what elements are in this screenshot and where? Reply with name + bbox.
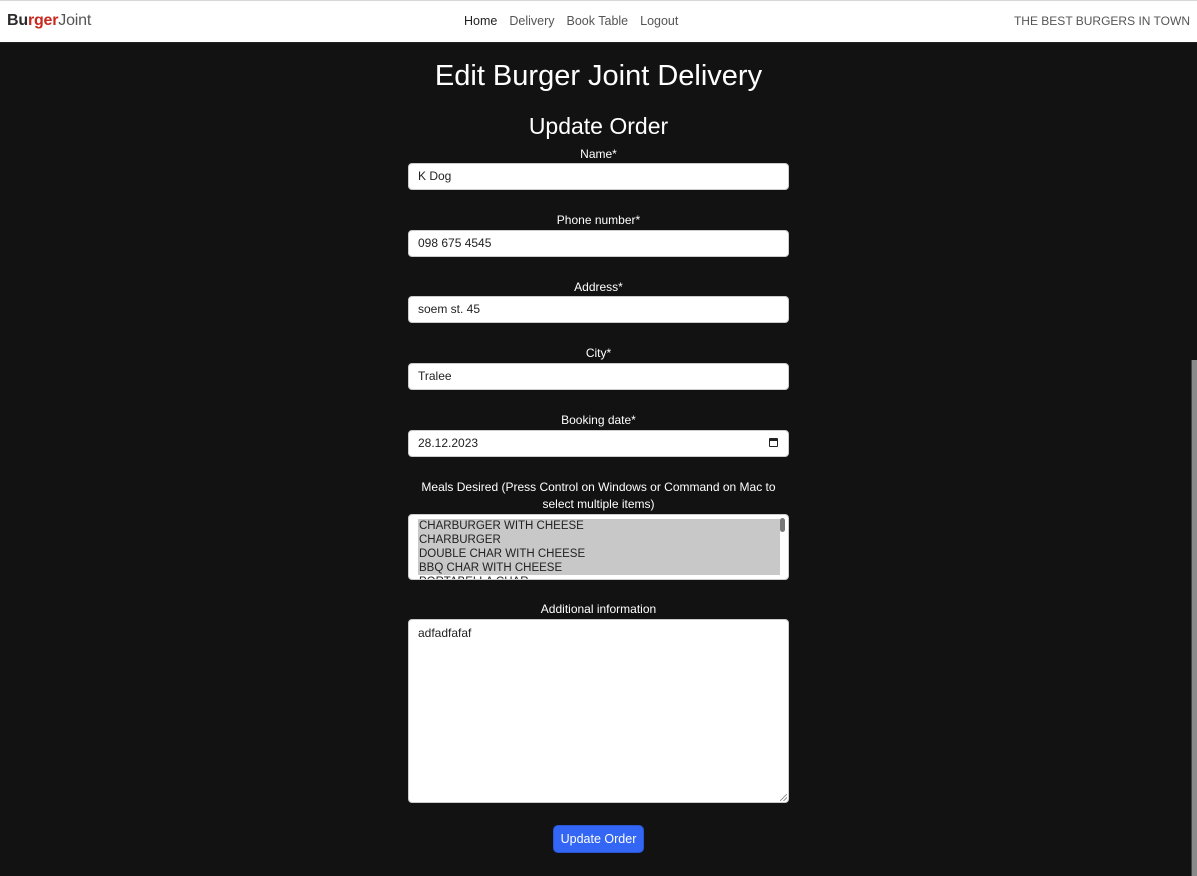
brand-logo[interactable]: BurgerJoint (7, 12, 91, 30)
meals-scrollbar[interactable] (780, 518, 785, 532)
additional-info-textarea[interactable]: adfadfafaf (408, 619, 789, 803)
name-input[interactable]: K Dog (408, 163, 789, 190)
nav-link-book-table[interactable]: Book Table (567, 14, 629, 28)
page-title: Edit Burger Joint Delivery (434, 60, 763, 92)
brand-text-part3: Joint (58, 12, 92, 29)
page-scrollbar[interactable] (1191, 360, 1197, 876)
city-input[interactable]: Tralee (408, 363, 789, 390)
meals-multiselect[interactable]: CHARBURGER WITH CHEESE CHARBURGER DOUBLE… (408, 514, 789, 580)
meals-options: CHARBURGER WITH CHEESE CHARBURGER DOUBLE… (418, 519, 780, 579)
additional-info-value: adfadfafaf (418, 626, 472, 640)
meal-option[interactable]: CHARBURGER WITH CHEESE (418, 519, 780, 533)
nav-links: Home Delivery Book Table Logout (464, 14, 678, 28)
meal-option[interactable]: DOUBLE CHAR WITH CHEESE (418, 547, 780, 561)
navbar: BurgerJoint Home Delivery Book Table Log… (0, 1, 1197, 43)
booking-date-value: 28.12.2023 (418, 436, 479, 450)
tagline: THE BEST BURGERS IN TOWN (1013, 14, 1190, 28)
resize-handle-icon[interactable] (780, 794, 787, 801)
nav-link-home[interactable]: Home (464, 14, 497, 28)
booking-date-input[interactable]: 28.12.2023 (408, 430, 789, 457)
meal-option[interactable]: PORTABELLA CHAR (418, 575, 780, 579)
address-label: Address* (574, 280, 623, 294)
meal-option[interactable]: BBQ CHAR WITH CHEESE (418, 561, 780, 575)
brand-text-part1: Bu (7, 12, 28, 29)
phone-input[interactable]: 098 675 4545 (408, 230, 789, 257)
update-order-button[interactable]: Update Order (553, 825, 644, 853)
city-label: City* (585, 346, 612, 360)
name-label: Name* (580, 147, 617, 161)
brand-text-accent: rger (27, 12, 59, 29)
phone-label: Phone number* (556, 213, 641, 227)
address-input[interactable]: soem st. 45 (408, 296, 789, 323)
meals-label: Meals Desired (Press Control on Windows … (421, 480, 776, 511)
calendar-icon[interactable] (769, 438, 778, 447)
nav-link-delivery[interactable]: Delivery (509, 14, 554, 28)
meal-option[interactable]: CHARBURGER (418, 533, 780, 547)
form-title: Update Order (528, 113, 669, 139)
additional-info-label: Additional information (540, 602, 657, 616)
booking-date-label: Booking date* (561, 413, 636, 427)
nav-link-logout[interactable]: Logout (640, 14, 678, 28)
